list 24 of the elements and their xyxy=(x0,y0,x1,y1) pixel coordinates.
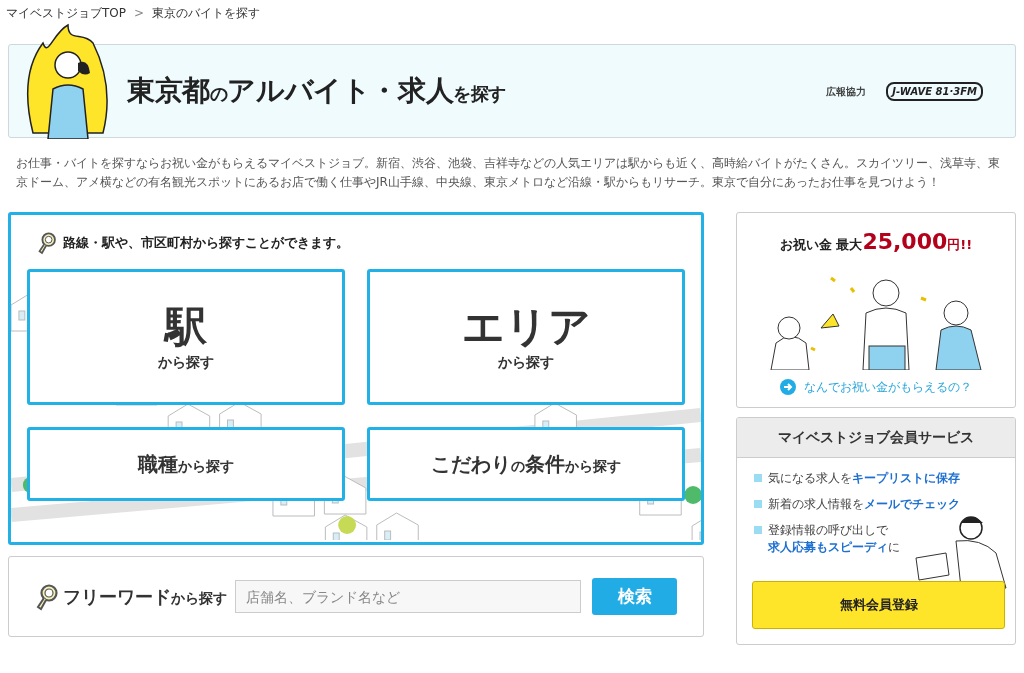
search-tile[interactable]: 駅 から探す xyxy=(27,269,345,405)
magnifier-icon xyxy=(37,231,57,255)
bullet-icon xyxy=(754,526,762,534)
sponsor-logo: J-WAVE 81·3FM xyxy=(886,81,983,101)
search-tile[interactable]: エリア から探す xyxy=(367,269,685,405)
member-benefit-text: 気になる求人をキープリストに保存 xyxy=(768,470,960,487)
bonus-title: お祝い金 最大25,000円!! xyxy=(779,228,973,256)
panel-heading: 路線・駅や、市区町村から探すことができます。 xyxy=(63,234,349,253)
breadcrumb-separator: > xyxy=(133,5,146,22)
member-benefit-text: 新着の求人情報をメールでチェック xyxy=(768,496,960,513)
freeword-input[interactable]: 店舗名、ブランド名など xyxy=(235,580,581,613)
bullet-icon xyxy=(754,474,762,482)
magnifier-icon xyxy=(35,581,59,612)
freeword-label: フリーワードから探す xyxy=(63,585,227,609)
description-text: お仕事・バイトを探すならお祝い金がもらえるマイベストジョブ。新宿、渋谷、池袋、吉祥寺などの人気エリアは駅からも近く、高時給バイトがたくさん。スカイツリー、浅草寺、東京ドーム、アメ横などの有名観光スポットにあるお店で働く仕事やJR山手線、中央線、東京メトロなど沿線・駅からもリサーチ。東京で自分にあったお仕事を見つけよう！ xyxy=(16,155,1001,191)
member-benefit-text: 登録情報の呼び出しで 求人応募もスピーディ に xyxy=(768,522,900,556)
breadcrumb-link[interactable]: マイベストジョブTOP xyxy=(6,4,126,22)
member-card-title: マイベストジョブ会員サービス xyxy=(737,418,1015,458)
sponsor-label: 広報協力 xyxy=(826,84,867,99)
breadcrumb-link[interactable]: 東京のバイトを探す xyxy=(152,4,261,22)
register-button[interactable]: 無料会員登録 xyxy=(752,581,1005,629)
bullet-icon xyxy=(754,500,762,508)
banner-title: 東京都のアルバイト・求人を探す xyxy=(127,73,507,109)
arrow-circle-icon xyxy=(780,379,796,395)
